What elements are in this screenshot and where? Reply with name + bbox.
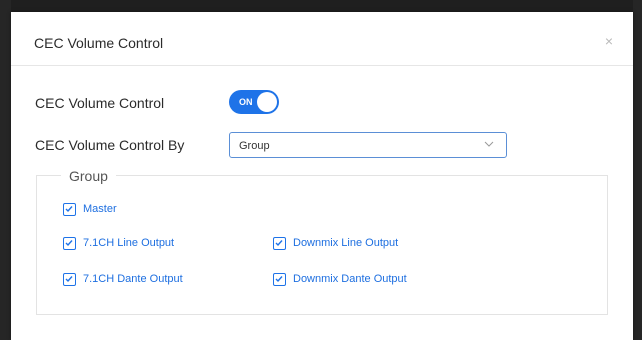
checkbox-label: 7.1CH Dante Output bbox=[83, 273, 183, 285]
checkbox-71ch-dante-output[interactable]: 7.1CH Dante Output bbox=[63, 272, 183, 286]
window-frame-right bbox=[633, 0, 642, 340]
close-icon[interactable]: × bbox=[602, 34, 616, 48]
checkmark-icon bbox=[275, 275, 283, 282]
cec-volume-control-by-label: CEC Volume Control By bbox=[35, 137, 185, 153]
checkbox-label: Downmix Line Output bbox=[293, 237, 399, 249]
checkbox-box bbox=[273, 272, 286, 286]
cec-volume-control-label: CEC Volume Control bbox=[35, 95, 165, 111]
control-by-selected-value: Group bbox=[239, 140, 270, 152]
toggle-knob bbox=[257, 92, 277, 112]
checkbox-box bbox=[63, 236, 76, 250]
window-frame-left bbox=[0, 0, 11, 340]
chevron-down-icon bbox=[484, 141, 494, 147]
checkbox-label: Downmix Dante Output bbox=[293, 273, 407, 285]
checkbox-box bbox=[63, 272, 76, 286]
group-legend: Group bbox=[61, 167, 116, 185]
dialog-header: CEC Volume Control × bbox=[11, 12, 633, 66]
checkbox-downmix-dante-output[interactable]: Downmix Dante Output bbox=[273, 272, 407, 286]
checkbox-box bbox=[63, 202, 76, 216]
checkbox-label: 7.1CH Line Output bbox=[83, 237, 175, 249]
checkbox-71ch-line-output[interactable]: 7.1CH Line Output bbox=[63, 236, 174, 250]
checkbox-master[interactable]: Master bbox=[63, 202, 117, 216]
checkmark-icon bbox=[275, 239, 283, 246]
cec-volume-control-toggle[interactable]: ON bbox=[229, 90, 279, 114]
cec-volume-dialog: CEC Volume Control × CEC Volume Control … bbox=[11, 12, 633, 340]
checkmark-icon bbox=[65, 275, 73, 282]
checkbox-box bbox=[273, 236, 286, 250]
checkbox-label: Master bbox=[83, 203, 117, 215]
control-by-select[interactable]: Group bbox=[229, 132, 507, 158]
checkmark-icon bbox=[65, 205, 73, 212]
toggle-state-text: ON bbox=[239, 97, 253, 107]
dialog-title: CEC Volume Control bbox=[34, 35, 164, 51]
window-frame-top bbox=[0, 0, 642, 12]
checkmark-icon bbox=[65, 239, 73, 246]
checkbox-downmix-line-output[interactable]: Downmix Line Output bbox=[273, 236, 398, 250]
